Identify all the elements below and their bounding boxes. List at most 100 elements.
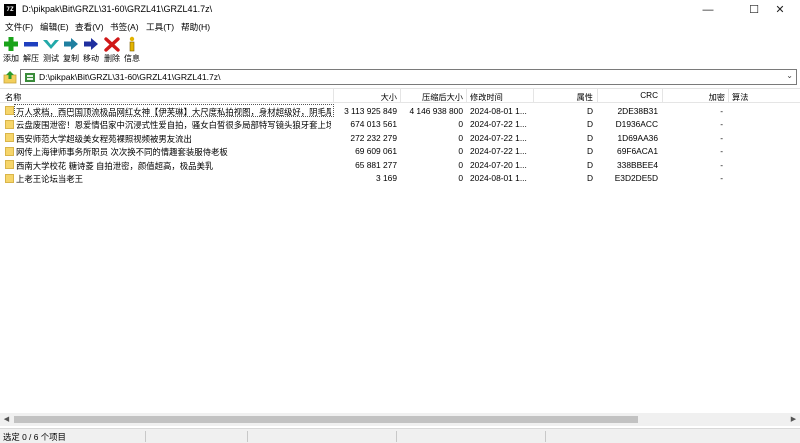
row-size: 69 609 061 <box>355 146 397 156</box>
col-packed-size[interactable]: 压缩后大小 <box>403 91 463 103</box>
table-row[interactable]: 西安师范大学超级美女程苑裸照视频被男友流出 272 232 279 0 2024… <box>0 131 800 145</box>
row-crc: 338BBEE4 <box>617 159 658 170</box>
col-modified[interactable]: 修改时间 <box>470 91 503 103</box>
col-attributes[interactable]: 属性 <box>536 91 593 103</box>
file-list: 名称 大小 压缩后大小 修改时间 属性 CRC 加密 算法 万人求档，西巴国顶流… <box>0 88 800 428</box>
col-encrypted[interactable]: 加密 <box>665 91 725 103</box>
row-encrypted: - <box>720 173 723 183</box>
row-packed: 0 <box>458 146 463 156</box>
menu-bar: 文件(F) 编辑(E) 查看(V) 书签(A) 工具(T) 帮助(H) <box>0 20 800 34</box>
extract-icon <box>21 36 41 52</box>
row-attr: D <box>586 105 593 116</box>
archive-icon <box>24 71 36 83</box>
column-divider <box>597 89 598 103</box>
row-attr: D <box>586 173 593 183</box>
row-packed: 0 <box>458 173 463 183</box>
column-header: 名称 大小 压缩后大小 修改时间 属性 CRC 加密 算法 <box>0 89 800 103</box>
row-packed: 0 <box>458 132 463 143</box>
column-divider <box>333 89 334 103</box>
toolbar: 添加 解压 测试 复制 移动 删除 信息 <box>0 34 800 66</box>
row-packed: 4 146 938 800 <box>409 105 463 116</box>
status-divider <box>396 431 397 442</box>
menu-file[interactable]: 文件(F) <box>5 21 33 33</box>
row-crc: 69F6ACA1 <box>617 146 658 156</box>
column-divider <box>533 89 534 103</box>
scrollbar-thumb[interactable] <box>14 416 638 423</box>
row-packed: 0 <box>458 119 463 129</box>
table-row[interactable]: 网传上海律师事务所职员 次次换不同的情趣套装服侍老板 69 609 061 0 … <box>0 145 800 159</box>
table-row[interactable]: 云盘废围泄密！恩爱情侣家中沉浸式性爱自拍，骚女白皙很多局部特写镜头狼牙套上场制.… <box>0 118 800 132</box>
folder-icon <box>5 173 14 183</box>
row-name: 云盘废围泄密！恩爱情侣家中沉浸式性爱自拍，骚女白皙很多局部特写镜头狼牙套上场制.… <box>16 120 331 130</box>
folder-icon <box>5 133 14 142</box>
row-size: 674 013 561 <box>350 119 397 129</box>
horizontal-scrollbar[interactable]: ◀ ▶ <box>0 413 800 426</box>
row-attr: D <box>586 132 593 143</box>
minimize-button[interactable]: — <box>688 0 728 20</box>
folder-up-button[interactable] <box>3 70 17 84</box>
status-bar: 选定 0 / 6 个项目 <box>0 428 800 443</box>
title-bar: 7Z D:\pikpak\Bit\GRZL\31-60\GRZL41\GRZL4… <box>0 0 800 20</box>
delete-icon <box>102 36 122 52</box>
col-name[interactable]: 名称 <box>5 91 21 103</box>
row-crc: E3D2DE5D <box>614 173 658 183</box>
menu-tools[interactable]: 工具(T) <box>146 21 174 33</box>
move-icon <box>81 36 101 52</box>
column-divider <box>728 89 729 103</box>
row-name: 网传上海律师事务所职员 次次换不同的情趣套装服侍老板 <box>16 147 228 157</box>
scroll-right-icon[interactable]: ▶ <box>787 413 800 426</box>
row-name: 西安师范大学超级美女程苑裸照视频被男友流出 <box>16 133 192 144</box>
add-icon <box>1 36 21 52</box>
row-modified: 2024-08-01 1... <box>470 105 527 116</box>
folder-up-icon <box>3 71 17 84</box>
row-packed: 0 <box>458 159 463 170</box>
table-row[interactable]: 西南大学校花 糖诗菱 自拍泄密，颜值超高，极品美乳 65 881 277 0 2… <box>0 158 800 172</box>
folder-icon <box>5 106 14 115</box>
status-divider <box>145 431 146 442</box>
row-modified: 2024-07-20 1... <box>470 159 527 170</box>
row-modified: 2024-07-22 1... <box>470 119 527 129</box>
column-divider <box>466 89 467 103</box>
address-path: D:\pikpak\Bit\GRZL\31-60\GRZL41\GRZL41.7… <box>39 72 221 82</box>
table-row[interactable]: 上老王论坛当老王 3 169 0 2024-08-01 1... D E3D2D… <box>0 172 800 186</box>
row-attr: D <box>586 119 593 129</box>
menu-bookmarks[interactable]: 书签(A) <box>110 21 139 33</box>
row-modified: 2024-07-22 1... <box>470 146 527 156</box>
status-divider <box>545 431 546 442</box>
address-bar: D:\pikpak\Bit\GRZL\31-60\GRZL41\GRZL41.7… <box>0 68 800 86</box>
row-attr: D <box>586 159 593 170</box>
row-encrypted: - <box>720 105 723 116</box>
info-label: 信息 <box>124 54 140 63</box>
row-name: 西南大学校花 糖诗菱 自拍泄密，颜值超高，极品美乳 <box>16 160 214 171</box>
menu-view[interactable]: 查看(V) <box>75 21 104 33</box>
row-crc: D1936ACC <box>615 119 658 129</box>
selection-status: 选定 0 / 6 个项目 <box>3 432 66 442</box>
menu-edit[interactable]: 编辑(E) <box>40 21 69 33</box>
chevron-down-icon[interactable]: ⌄ <box>786 71 793 80</box>
col-method[interactable]: 算法 <box>732 91 748 103</box>
scroll-left-icon[interactable]: ◀ <box>0 413 13 426</box>
row-modified: 2024-07-22 1... <box>470 132 527 143</box>
row-name: 上老王论坛当老王 <box>16 174 83 184</box>
col-size[interactable]: 大小 <box>336 91 397 103</box>
row-size: 272 232 279 <box>350 132 397 143</box>
close-button[interactable]: ✕ <box>760 0 800 20</box>
row-size: 3 113 925 849 <box>344 105 397 116</box>
test-icon <box>41 36 61 52</box>
row-encrypted: - <box>720 132 723 143</box>
folder-icon <box>5 160 14 169</box>
address-input[interactable]: D:\pikpak\Bit\GRZL\31-60\GRZL41\GRZL41.7… <box>20 69 797 85</box>
menu-help[interactable]: 帮助(H) <box>181 21 210 33</box>
column-divider <box>400 89 401 103</box>
row-size: 65 881 277 <box>355 159 397 170</box>
col-crc[interactable]: CRC <box>600 91 658 100</box>
info-icon <box>122 36 142 52</box>
row-encrypted: - <box>720 119 723 129</box>
folder-icon <box>5 146 14 156</box>
folder-icon <box>5 119 14 129</box>
table-row[interactable]: 万人求档，西巴国顶流极品网红女神【伊芙琳】大尺度私拍视图，身材超级好，阴毛厚重.… <box>0 104 800 118</box>
window-title: D:\pikpak\Bit\GRZL\31-60\GRZL41\GRZL41.7… <box>22 4 213 14</box>
info-button[interactable]: 信息 <box>122 36 142 66</box>
row-crc: 2DE38B31 <box>617 105 658 116</box>
7zip-app-icon: 7Z <box>4 4 16 16</box>
